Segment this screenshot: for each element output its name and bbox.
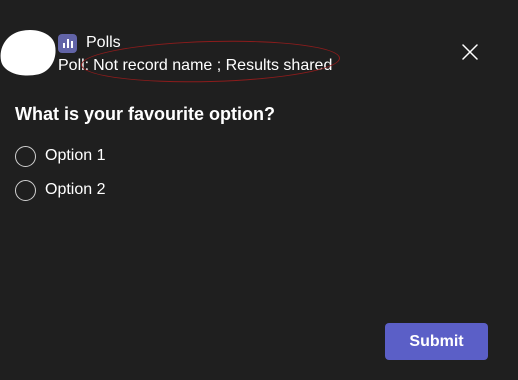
poll-question: What is your favourite option?	[15, 104, 275, 124]
poll-prefix: Poll:	[58, 57, 90, 74]
redacted-avatar	[0, 24, 61, 82]
option-2-label: Option 2	[45, 181, 106, 198]
poll-settings-line: Poll: Not record name ; Results shared	[58, 56, 332, 76]
submit-button[interactable]: Submit	[385, 323, 488, 360]
poll-option-1[interactable]: Option 1	[15, 143, 105, 169]
close-button[interactable]	[457, 39, 483, 65]
radio-button-option-2[interactable]	[15, 179, 36, 201]
option-1-label: Option 1	[45, 147, 106, 164]
radio-button-option-1[interactable]	[15, 145, 36, 167]
close-icon	[462, 44, 478, 60]
poll-settings-value: Not record name ; Results shared	[89, 56, 332, 76]
poll-chart-icon	[58, 34, 77, 53]
app-name: Polls	[86, 34, 121, 51]
poll-option-2[interactable]: Option 2	[15, 177, 105, 203]
